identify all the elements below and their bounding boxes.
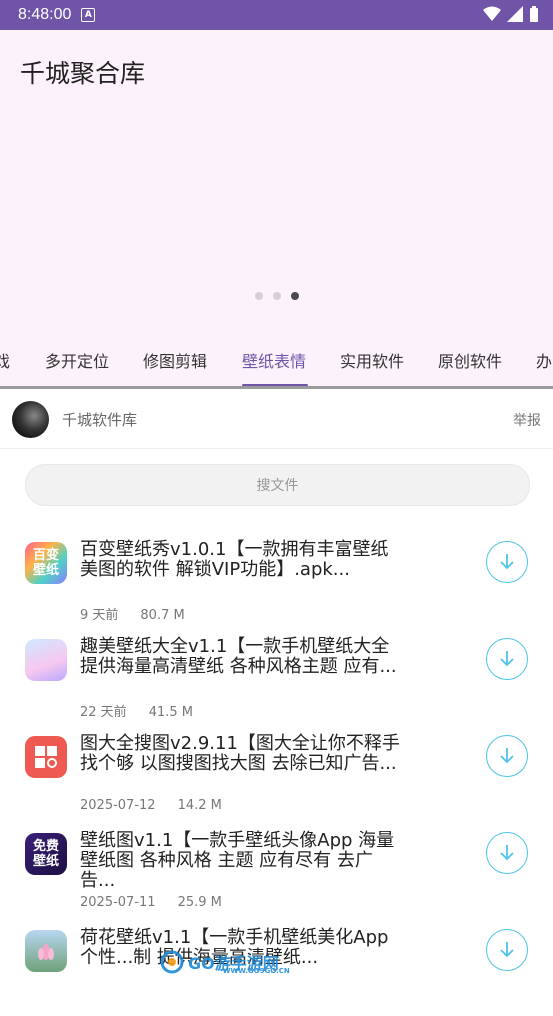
author-name[interactable]: 千城软件库	[62, 409, 137, 430]
app-icon: 百变 壁纸	[25, 542, 67, 584]
file-title[interactable]: 百变壁纸秀v1.0.1【一款拥有丰富壁纸美图的软件 解锁VIP功能】.apk..…	[80, 540, 400, 580]
file-size: 25.9 M	[177, 895, 222, 910]
category-tabs: 戏 多开定位 修图剪辑 壁纸表情 实用软件 原创软件 办	[0, 336, 553, 388]
download-icon	[500, 748, 514, 764]
lotus-icon	[38, 944, 54, 960]
app-icon: 免费 壁纸	[25, 833, 67, 875]
tab-original[interactable]: 原创软件	[438, 348, 502, 372]
tab-photo-edit[interactable]: 修图剪辑	[143, 348, 207, 372]
status-icons	[483, 6, 539, 22]
app-icon-text: 免费 壁纸	[32, 839, 59, 869]
report-button[interactable]: 举报	[513, 410, 541, 430]
download-icon	[500, 942, 514, 958]
app-icon	[25, 736, 67, 778]
tab-multi-open[interactable]: 多开定位	[45, 348, 109, 372]
image-search-icon	[35, 746, 57, 768]
avatar[interactable]	[12, 401, 49, 438]
file-size: 41.5 M	[148, 705, 193, 720]
tab-utility[interactable]: 实用软件	[340, 348, 404, 372]
carousel-dot[interactable]	[272, 292, 281, 300]
author-row: 千城软件库 举报	[0, 392, 553, 449]
file-meta: 2025-07-12 14.2 M	[80, 798, 222, 813]
file-title[interactable]: 图大全搜图v2.9.11【图大全让你不释手找个够 以图搜图找大图 去除已知广告.…	[80, 734, 400, 774]
file-meta: 22 天前 41.5 M	[80, 701, 193, 720]
download-button[interactable]	[486, 638, 528, 680]
page-title: 千城聚合库	[20, 59, 146, 88]
divider	[0, 386, 553, 389]
accessibility-icon: A	[81, 8, 96, 22]
file-title[interactable]: 趣美壁纸大全v1.1【一款手机壁纸大全 提供海量高清壁纸 各种风格主题 应有..…	[80, 637, 400, 677]
file-meta: 2025-07-11 25.9 M	[80, 895, 222, 910]
wifi-icon	[483, 6, 501, 21]
carousel-dot[interactable]	[254, 292, 263, 300]
list-item[interactable]: 免费 壁纸 壁纸图v1.1【一款手壁纸头像App 海量壁纸图 各种风格 主题 应…	[0, 827, 553, 919]
file-meta: 9 天前 80.7 M	[80, 604, 185, 623]
list-item[interactable]: 图大全搜图v2.9.11【图大全让你不释手找个够 以图搜图找大图 去除已知广告.…	[0, 730, 553, 822]
download-button[interactable]	[486, 929, 528, 971]
carousel-dot-active[interactable]	[290, 292, 299, 300]
download-icon	[500, 845, 514, 861]
file-title[interactable]: 壁纸图v1.1【一款手壁纸头像App 海量壁纸图 各种风格 主题 应有尽有 去广…	[80, 831, 400, 891]
file-size: 14.2 M	[177, 798, 222, 813]
watermark-logo: GO游手游网 WWW.GO9GO.CN	[160, 948, 290, 976]
watermark-url: WWW.GO9GO.CN	[222, 967, 290, 975]
download-icon	[500, 554, 514, 570]
list-item[interactable]: 趣美壁纸大全v1.1【一款手机壁纸大全 提供海量高清壁纸 各种风格主题 应有..…	[0, 633, 553, 725]
app-icon	[25, 930, 67, 972]
app-icon	[25, 639, 67, 681]
tab-office[interactable]: 办	[536, 348, 552, 372]
file-age: 2025-07-12	[80, 798, 156, 813]
app-header: 千城聚合库	[0, 30, 553, 350]
download-button[interactable]	[486, 832, 528, 874]
signal-icon	[507, 6, 523, 22]
status-bar: 8:48:00 A	[0, 0, 553, 30]
app-icon-text: 百变 壁纸	[32, 548, 59, 578]
download-button[interactable]	[486, 735, 528, 777]
file-size: 80.7 M	[140, 608, 185, 623]
tab-game[interactable]: 戏	[0, 348, 10, 372]
file-age: 2025-07-11	[80, 895, 156, 910]
battery-icon	[530, 6, 538, 22]
file-age: 22 天前	[80, 705, 127, 720]
carousel-indicator	[0, 292, 553, 300]
search-input[interactable]: 搜文件	[25, 464, 530, 506]
download-button[interactable]	[486, 541, 528, 583]
download-icon	[500, 651, 514, 667]
tab-wallpaper[interactable]: 壁纸表情	[242, 348, 306, 372]
status-time: 8:48:00	[18, 6, 72, 23]
list-item[interactable]: 百变 壁纸 百变壁纸秀v1.0.1【一款拥有丰富壁纸美图的软件 解锁VIP功能】…	[0, 536, 553, 628]
file-age: 9 天前	[80, 608, 119, 623]
go-logo-icon	[160, 950, 184, 974]
